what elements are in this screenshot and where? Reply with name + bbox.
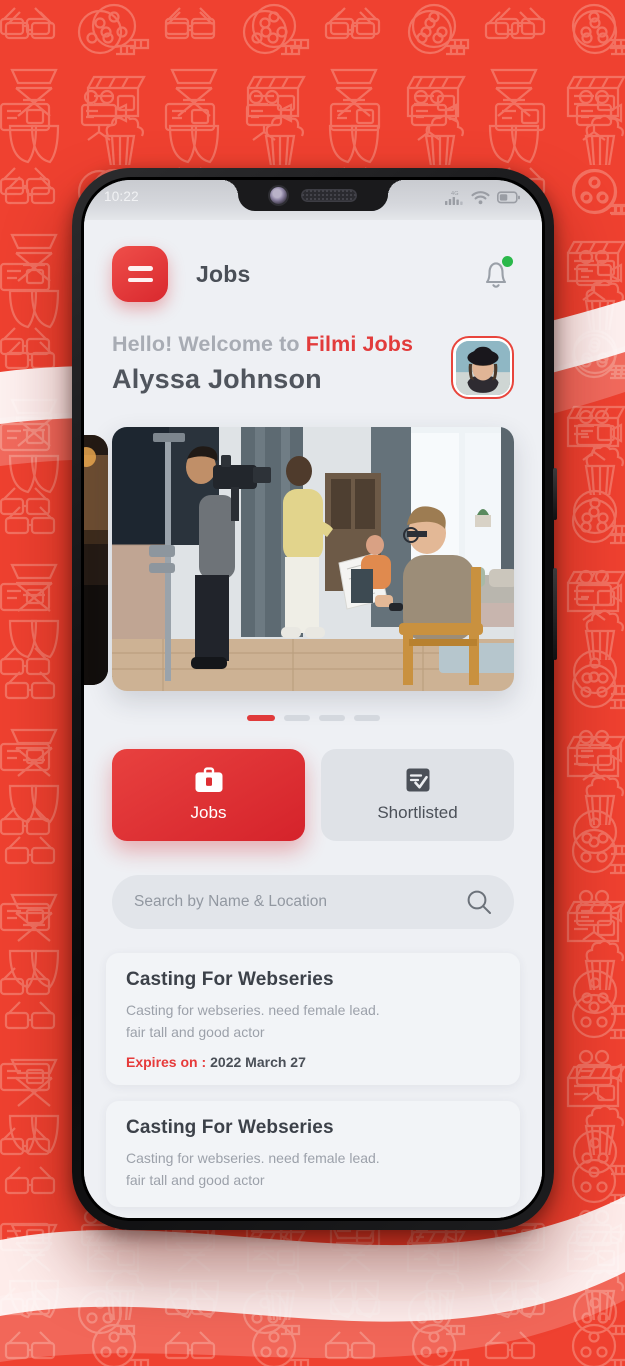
search-bar[interactable]	[112, 875, 514, 929]
battery-icon	[497, 190, 520, 203]
greeting-text: Hello! Welcome to Filmi Jobs Alyssa John…	[112, 332, 451, 395]
carousel-dot-3[interactable]	[318, 715, 345, 721]
briefcase-icon	[195, 767, 222, 792]
carousel-indicators[interactable]	[84, 715, 542, 721]
hamburger-menu-icon[interactable]	[112, 246, 168, 302]
front-camera-icon	[269, 187, 287, 204]
job-description: Casting for webseries. need female lead.…	[126, 1000, 500, 1043]
status-bar: 10:22 4G	[84, 180, 542, 220]
avatar[interactable]	[451, 336, 514, 399]
tab-shortlisted-label: Shortlisted	[377, 803, 458, 822]
job-expiry: Expires on :2022 March 27	[126, 1054, 500, 1070]
wifi-icon	[471, 190, 490, 204]
job-card[interactable]: Casting For Webseries Casting for webser…	[106, 1101, 520, 1207]
welcome-prefix: Hello! Welcome to	[112, 332, 306, 356]
job-description-line-2: fair tall and good actor	[126, 1023, 265, 1040]
phone-power-button[interactable]	[553, 468, 557, 520]
job-description-line-1: Casting for webseries. need female lead.	[126, 1002, 380, 1018]
jobs-list: Casting For Webseries Casting for webser…	[106, 953, 520, 1207]
page-title: Jobs	[196, 260, 251, 287]
job-title: Casting For Webseries	[126, 969, 334, 990]
welcome-line: Hello! Welcome to Filmi Jobs	[112, 332, 451, 357]
menu-line-top	[127, 266, 153, 271]
phone-screen: 10:22 4G Jobs Hello! Welcome to Filmi Jo…	[84, 180, 542, 1218]
carousel-slide-active[interactable]	[112, 427, 514, 691]
banner-carousel[interactable]	[84, 425, 542, 721]
notification-bell-button[interactable]	[478, 255, 514, 293]
status-clock: 10:22	[104, 189, 139, 204]
phone-bezel: 10:22 4G Jobs Hello! Welcome to Filmi Jo…	[81, 177, 545, 1221]
earpiece-speaker	[300, 189, 357, 202]
carousel-dot-1[interactable]	[246, 715, 275, 721]
film-set-photo	[112, 427, 514, 691]
menu-line-bottom	[127, 277, 153, 282]
carousel-dot-2[interactable]	[283, 715, 310, 721]
avatar-image	[455, 340, 510, 395]
app-header: Jobs	[84, 220, 542, 302]
job-expiry-label: Expires on :	[126, 1054, 207, 1071]
svg-text:4G: 4G	[451, 191, 459, 197]
phone-notch	[222, 180, 404, 211]
greeting-section: Hello! Welcome to Filmi Jobs Alyssa John…	[84, 302, 542, 399]
job-description-line-1: Casting for webseries. need female lead.	[126, 1150, 380, 1167]
signal-icon: 4G	[445, 191, 463, 205]
carousel-prev-image	[84, 435, 108, 685]
user-name: Alyssa Johnson	[112, 364, 322, 394]
job-description: Casting for webseries. need female lead.…	[126, 1148, 500, 1191]
avatar-photo	[455, 340, 510, 395]
search-icon[interactable]	[466, 889, 492, 915]
phone-volume-button[interactable]	[553, 568, 557, 660]
carousel-slide-previous[interactable]	[84, 435, 108, 685]
tab-jobs-label: Jobs	[190, 803, 227, 822]
job-description-line-2: fair tall and good actor	[126, 1172, 265, 1189]
brand-name: Filmi Jobs	[305, 332, 414, 356]
carousel-dot-4[interactable]	[353, 715, 380, 721]
search-input[interactable]	[134, 893, 466, 911]
app-content: Jobs Hello! Welcome to Filmi Jobs Alyssa…	[84, 220, 542, 1218]
tab-shortlisted[interactable]: Shortlisted	[321, 749, 514, 841]
phone-device: 10:22 4G Jobs Hello! Welcome to Filmi Jo…	[72, 168, 557, 1230]
checklist-icon	[406, 768, 429, 792]
notification-badge-dot	[502, 256, 513, 267]
job-title: Casting For Webseries	[126, 1117, 334, 1139]
job-expiry-date: 2022 March 27	[210, 1054, 306, 1071]
tab-jobs[interactable]: Jobs	[112, 749, 305, 841]
job-card[interactable]: Casting For Webseries Casting for webser…	[106, 953, 520, 1086]
status-icons: 4G	[445, 189, 520, 205]
